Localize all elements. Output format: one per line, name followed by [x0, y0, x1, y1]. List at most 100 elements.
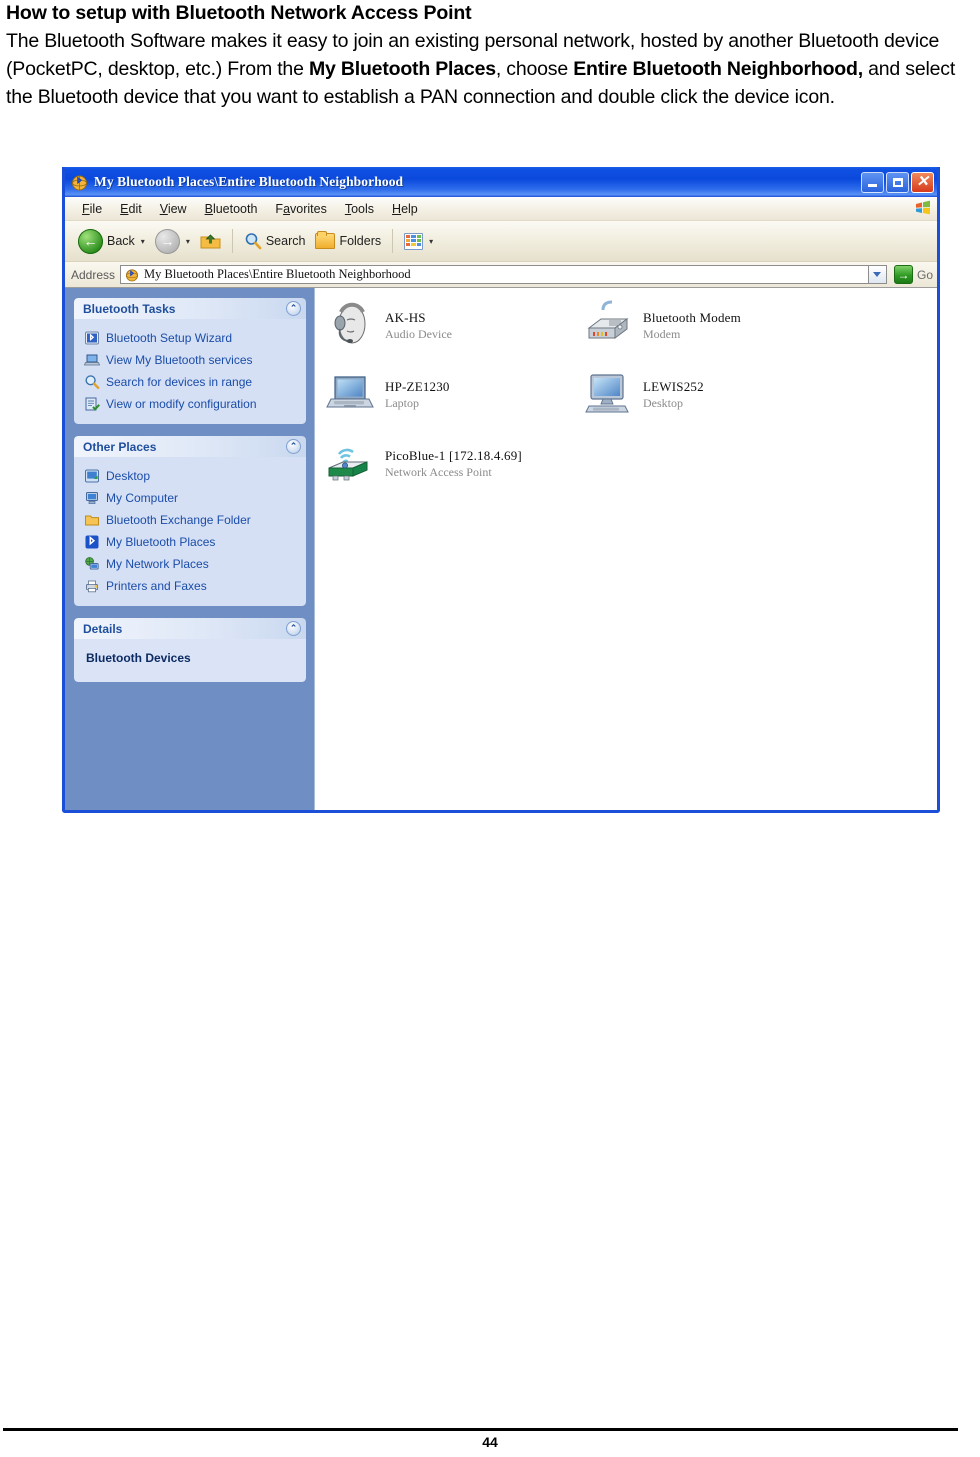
screenshot-figure: My Bluetooth Places\Entire Bluetooth Nei… [62, 167, 940, 813]
toolbar-separator-2 [392, 229, 394, 253]
close-icon[interactable]: ✕ [911, 171, 934, 193]
folder-icon [315, 231, 336, 249]
panel-title-other-places: Other Places [83, 439, 157, 454]
up-folder-icon [200, 232, 221, 250]
modem-icon [583, 300, 635, 350]
address-bar: Address My Bluetooth Places\Entire Bluet… [65, 262, 937, 288]
page-title: How to setup with Bluetooth Network Acce… [6, 2, 472, 24]
device-item-lewis252[interactable]: LEWIS252 Desktop [583, 369, 841, 430]
back-dropdown-caret-icon[interactable]: ▾ [141, 237, 145, 246]
sidebar-item-my-computer[interactable]: My Computer [84, 487, 300, 509]
views-button[interactable]: ▾ [399, 230, 438, 253]
address-dropdown-button[interactable] [867, 265, 887, 284]
panel-title-bluetooth-tasks: Bluetooth Tasks [83, 301, 176, 316]
views-dropdown-caret-icon[interactable]: ▾ [429, 237, 433, 246]
explorer-window: My Bluetooth Places\Entire Bluetooth Nei… [62, 167, 940, 813]
device-name: HP-ZE1230 [385, 379, 450, 394]
forward-arrow-icon: → [154, 228, 180, 254]
navigation-toolbar: ← Back ▾ → ▾ Search Folders ▾ [65, 221, 937, 262]
sidebar-item-my-bluetooth-places[interactable]: My Bluetooth Places [84, 531, 300, 553]
details-text: Bluetooth Devices [86, 651, 191, 665]
sidebar-item-desktop[interactable]: Desktop [84, 465, 300, 487]
network-places-icon [84, 556, 100, 572]
panel-body-details: Bluetooth Devices [74, 639, 306, 682]
menu-item-favorites[interactable]: Favorites [266, 201, 335, 217]
device-type: Audio Device [385, 327, 452, 341]
back-button[interactable]: ← Back ▾ [73, 226, 150, 257]
device-label-block: LEWIS252 Desktop [643, 369, 704, 411]
sidebar-item-printers-and-faxes[interactable]: Printers and Faxes [84, 575, 300, 597]
sidebar-label: Search for devices in range [106, 374, 253, 389]
device-type: Laptop [385, 396, 419, 410]
laptop-icon [325, 369, 377, 419]
forward-dropdown-caret-icon[interactable]: ▾ [186, 237, 190, 246]
panel-title-details: Details [83, 621, 123, 636]
sidebar-item-bluetooth-exchange-folder[interactable]: Bluetooth Exchange Folder [84, 509, 300, 531]
address-value: My Bluetooth Places\Entire Bluetooth Nei… [144, 267, 411, 281]
panel-header-details[interactable]: Details ⌃ [74, 618, 306, 639]
sidebar-item-search-for-devices-in-range[interactable]: Search for devices in range [84, 371, 300, 393]
device-grid: AK-HS Audio Device Bluetooth Modem Modem… [321, 300, 937, 499]
sidebar-label: View My Bluetooth services [106, 352, 253, 367]
device-item-ak-hs[interactable]: AK-HS Audio Device [325, 300, 583, 361]
collapse-chevron-icon[interactable]: ⌃ [286, 439, 301, 454]
collapse-chevron-icon[interactable]: ⌃ [286, 621, 301, 636]
device-item-hp-ze1230[interactable]: HP-ZE1230 Laptop [325, 369, 583, 430]
desktop-icon [84, 468, 100, 484]
configuration-icon [84, 396, 100, 412]
task-pane-sidebar: Bluetooth Tasks ⌃ Bluetooth Setup Wizard [65, 288, 314, 810]
menu-item-edit[interactable]: Edit [111, 201, 151, 217]
magnifier-icon [244, 232, 262, 250]
headset-icon [325, 300, 377, 350]
document-text-block: How to setup with Bluetooth Network Acce… [6, 0, 974, 111]
device-name: AK-HS [385, 310, 426, 325]
sidebar-label: My Computer [106, 490, 179, 505]
menu-item-file[interactable]: File [73, 201, 111, 217]
collapse-chevron-icon[interactable]: ⌃ [286, 301, 301, 316]
device-item-bluetooth-modem[interactable]: Bluetooth Modem Modem [583, 300, 841, 361]
sidebar-label: Bluetooth Exchange Folder [106, 512, 251, 527]
magnifier-icon [84, 374, 100, 390]
panel-body-other-places: Desktop My Computer Bluetooth Exchange F… [74, 457, 306, 606]
sidebar-item-bluetooth-setup-wizard[interactable]: Bluetooth Setup Wizard [84, 327, 300, 349]
paragraph-bold-entire-bluetooth-neighborhood: Entire Bluetooth Neighborhood, [573, 58, 863, 80]
search-button[interactable]: Search [239, 229, 311, 253]
minimize-icon[interactable] [861, 171, 884, 193]
device-type: Modem [643, 327, 681, 341]
address-input[interactable]: My Bluetooth Places\Entire Bluetooth Nei… [120, 265, 868, 284]
sidebar-item-my-network-places[interactable]: My Network Places [84, 553, 300, 575]
window-title-text: My Bluetooth Places\Entire Bluetooth Nei… [94, 174, 404, 189]
menu-item-view[interactable]: View [151, 201, 196, 217]
page-number: 44 [482, 1434, 498, 1450]
up-button[interactable] [195, 229, 226, 253]
back-arrow-icon: ← [78, 228, 103, 254]
printers-faxes-icon [84, 578, 100, 594]
window-title-bar: My Bluetooth Places\Entire Bluetooth Nei… [65, 167, 937, 197]
device-type: Desktop [643, 396, 683, 410]
device-label-block: HP-ZE1230 Laptop [385, 369, 450, 411]
toolbar-separator [231, 229, 233, 253]
sidebar-item-view-my-bluetooth-services[interactable]: View My Bluetooth services [83, 349, 300, 371]
sidebar-item-view-or-modify-configuration[interactable]: View or modify configuration [84, 393, 300, 415]
menu-item-bluetooth[interactable]: Bluetooth [196, 201, 267, 217]
panel-header-bluetooth-tasks[interactable]: Bluetooth Tasks ⌃ [74, 298, 306, 319]
maximize-icon[interactable] [886, 171, 909, 193]
panel-other-places: Other Places ⌃ Desktop My Computer Bluet… [74, 436, 306, 606]
footer-divider [3, 1428, 958, 1431]
sidebar-label: My Bluetooth Places [106, 534, 216, 549]
bluetooth-places-icon [84, 534, 100, 550]
search-button-label: Search [265, 234, 306, 248]
menu-item-help[interactable]: Help [383, 201, 427, 217]
go-button[interactable]: → Go [893, 265, 933, 284]
back-button-label: Back [107, 234, 135, 248]
panel-header-other-places[interactable]: Other Places ⌃ [74, 436, 306, 457]
menu-item-tools[interactable]: Tools [336, 201, 383, 217]
device-item-picoblue-1[interactable]: PicoBlue-1 [172.18.4.69] Network Access … [325, 438, 583, 499]
folders-button-label: Folders [339, 234, 382, 248]
bluetooth-wizard-icon [84, 330, 100, 346]
views-icon [404, 232, 424, 250]
device-label-block: Bluetooth Modem Modem [643, 300, 741, 342]
folder-icon [84, 512, 100, 528]
folders-button[interactable]: Folders [310, 230, 386, 252]
forward-button[interactable]: → ▾ [150, 226, 195, 257]
